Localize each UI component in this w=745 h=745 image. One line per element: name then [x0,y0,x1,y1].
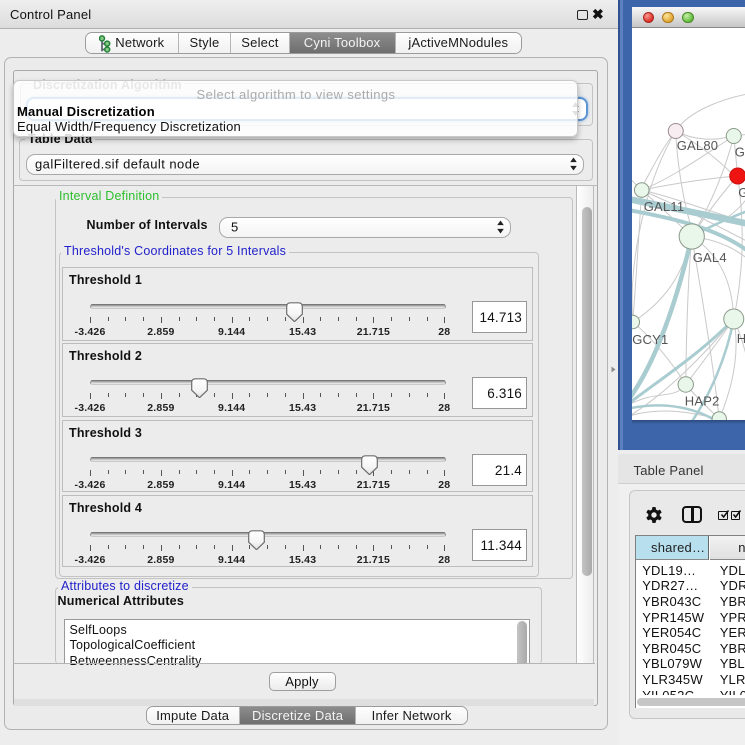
svg-text:GAL4: GAL4 [692,250,726,265]
svg-text:GCY1: GCY1 [632,332,668,347]
svg-text:H: H [736,331,745,346]
svg-text:G.: G. [734,145,745,160]
svg-text:GAL80: GAL80 [676,138,717,153]
svg-text:GAL11: GAL11 [643,199,684,214]
svg-text:G: G [738,185,745,200]
svg-text:HAP2: HAP2 [684,394,719,409]
